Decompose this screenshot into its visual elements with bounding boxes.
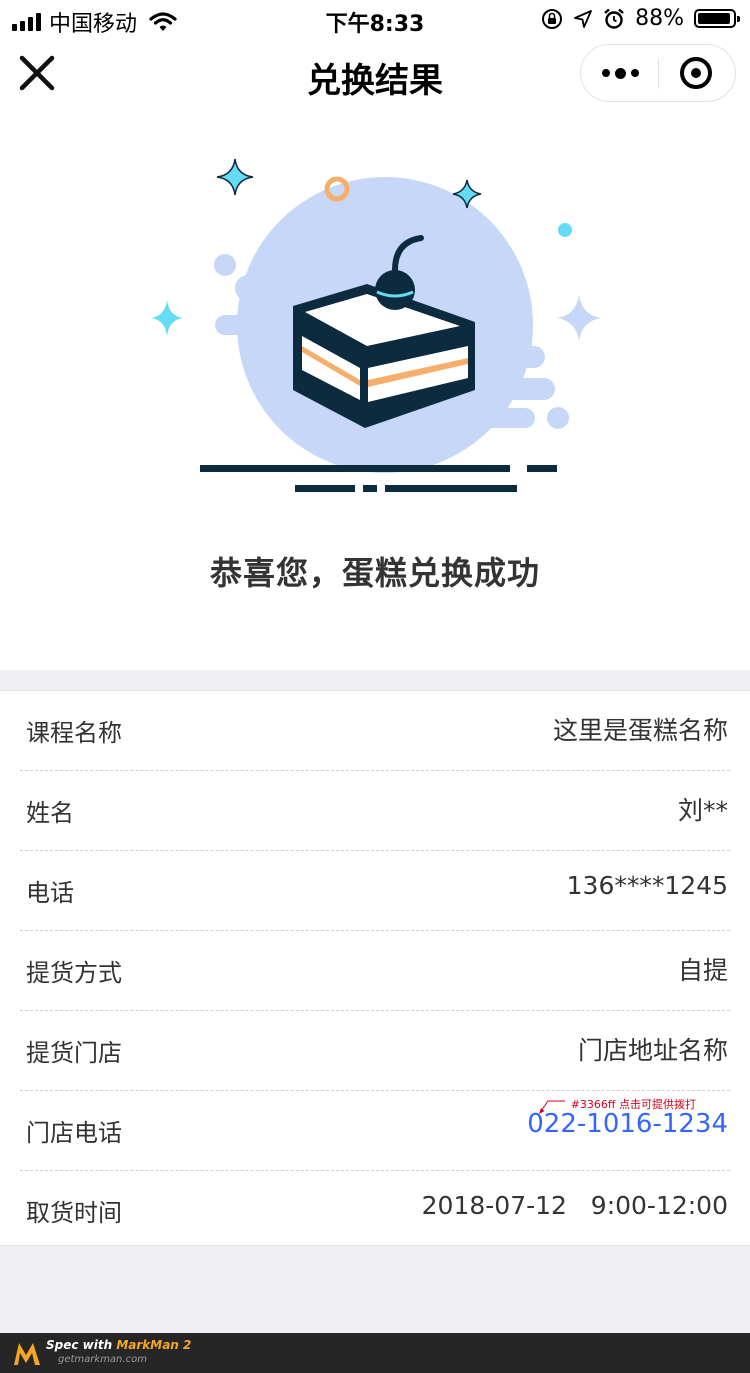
more-button[interactable]	[581, 45, 659, 101]
target-icon	[680, 57, 712, 89]
detail-label: 提货方式	[26, 959, 122, 987]
detail-label: 门店电话	[26, 1119, 122, 1147]
detail-value: 刘**	[677, 796, 728, 825]
success-message: 恭喜您，蛋糕兑换成功	[209, 554, 540, 592]
close-icon	[19, 55, 55, 91]
mini-program-capsule	[580, 44, 736, 102]
detail-value: 门店地址名称	[577, 1036, 728, 1065]
exit-button[interactable]	[657, 45, 735, 101]
spec-prefix: Spec with	[46, 1338, 117, 1352]
markman-site: getmarkman.com	[58, 1354, 147, 1365]
detail-row-phone: 电话 136****1245	[20, 851, 730, 931]
detail-card: 课程名称 这里是蛋糕名称 姓名 刘** 电话 136****1245 提货方式 …	[0, 690, 750, 1246]
detail-row-store-phone: 门店电话 #3366ff 点击可提供拨打 022-1016-1234	[20, 1091, 730, 1171]
detail-row-name: 姓名 刘**	[20, 771, 730, 851]
detail-value: 自提	[677, 956, 728, 985]
detail-label: 提货门店	[26, 1039, 122, 1067]
detail-value: 2018-07-12 9:00-12:00	[421, 1191, 728, 1220]
detail-row-pickup-method: 提货方式 自提	[20, 931, 730, 1011]
alarm-icon	[604, 8, 624, 29]
detail-row-cake-name: 课程名称 这里是蛋糕名称	[20, 691, 730, 771]
detail-row-pickup-time: 取货时间 2018-07-12 9:00-12:00	[20, 1171, 730, 1251]
detail-label: 电话	[26, 879, 74, 907]
more-dot-icon	[630, 69, 639, 77]
rotation-lock-icon	[542, 8, 563, 29]
detail-row-pickup-store: 提货门店 门店地址名称	[20, 1011, 730, 1091]
more-dot-icon	[601, 69, 610, 77]
cake-illustration	[151, 158, 601, 492]
markman-brand: MarkMan 2	[116, 1338, 192, 1352]
detail-label: 取货时间	[26, 1199, 122, 1227]
markman-title: Spec with MarkMan 2	[46, 1338, 191, 1352]
detail-value: 136****1245	[566, 871, 728, 900]
store-phone-link[interactable]: 022-1016-1234	[527, 1109, 728, 1139]
markman-logo-icon	[14, 1343, 40, 1365]
location-icon	[574, 9, 592, 28]
status-bar: 中国移动 下午8:33 88%	[0, 0, 750, 40]
battery-icon	[694, 9, 740, 28]
markman-footer: Spec with MarkMan 2 getmarkman.com	[0, 1333, 750, 1373]
nav-bar: 兑换结果	[0, 40, 750, 110]
more-dot-icon	[614, 67, 626, 79]
status-right: 88%	[541, 6, 740, 31]
detail-label: 课程名称	[26, 719, 122, 747]
result-card: 恭喜您，蛋糕兑换成功	[0, 110, 750, 670]
detail-value: 这里是蛋糕名称	[552, 716, 728, 745]
detail-label: 姓名	[26, 799, 74, 827]
close-button[interactable]	[14, 50, 60, 96]
battery-percent: 88%	[635, 6, 684, 31]
